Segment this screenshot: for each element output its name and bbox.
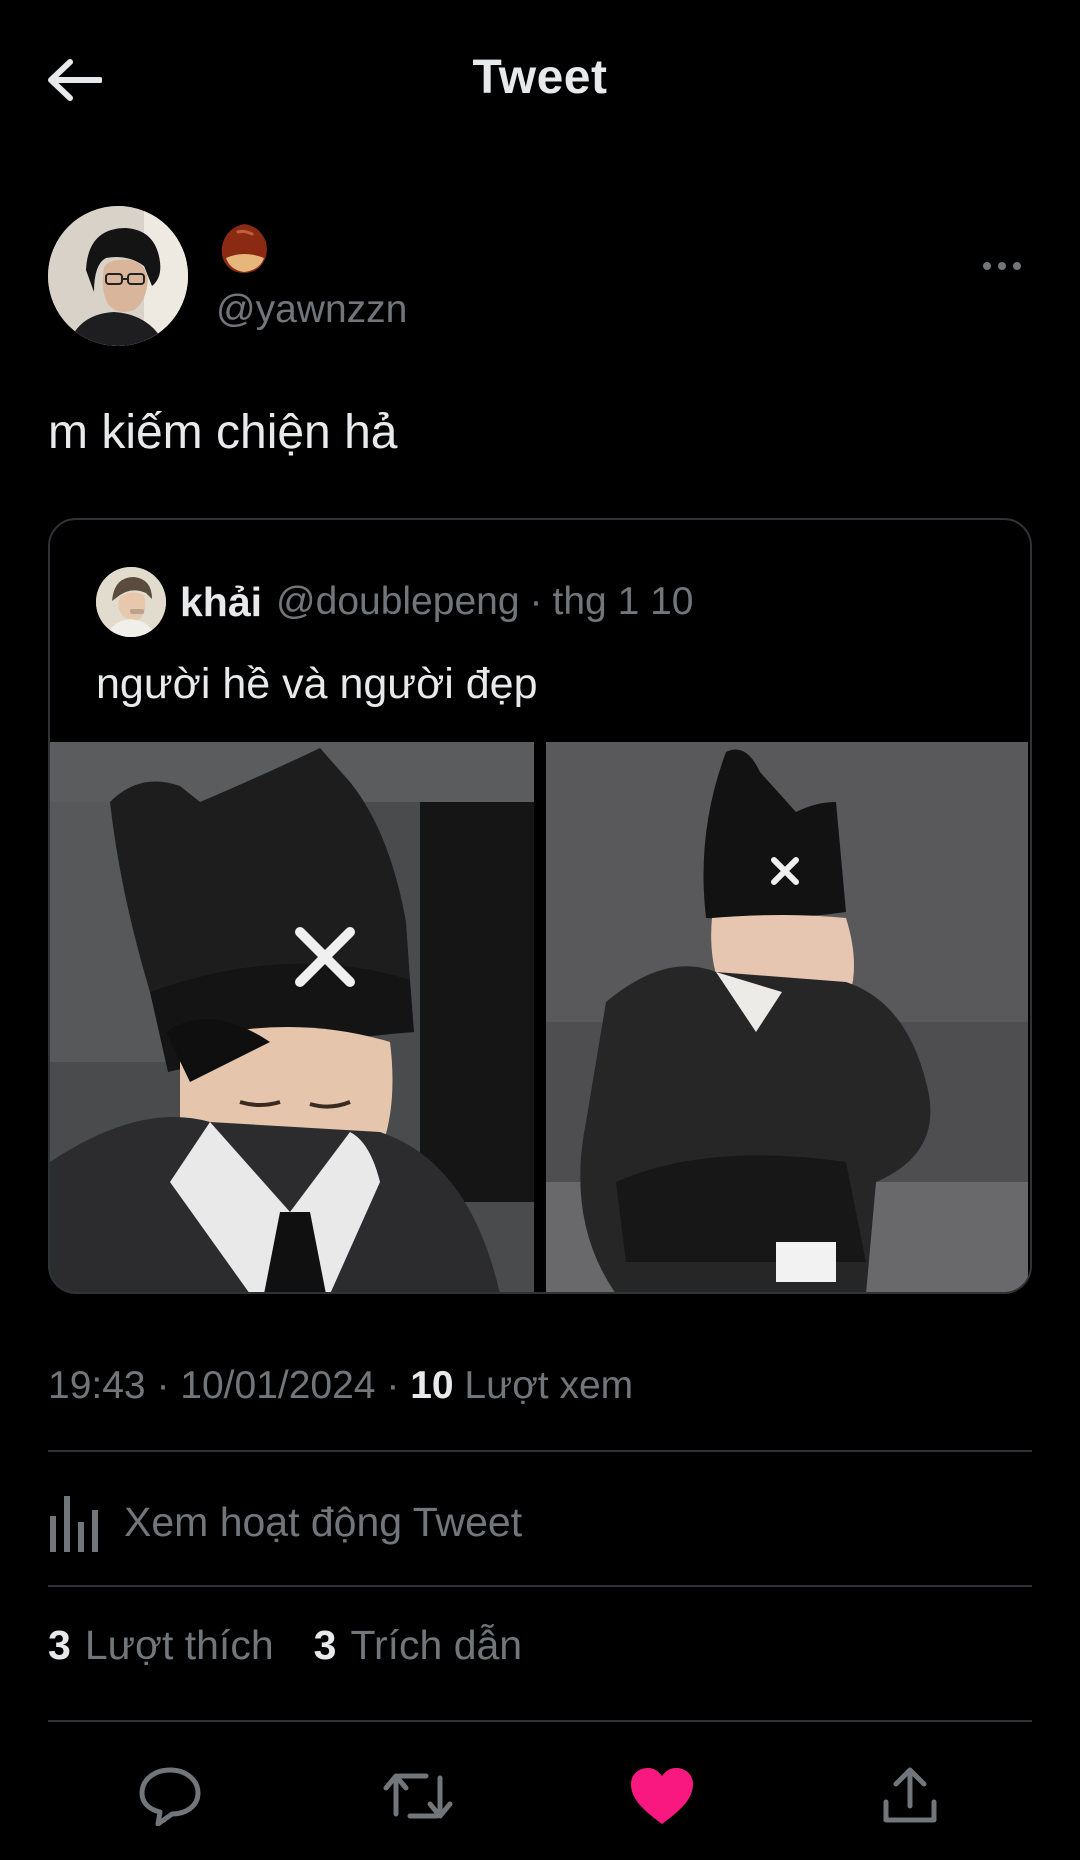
quoted-photo-1[interactable] bbox=[50, 742, 534, 1292]
retweet-icon bbox=[383, 1773, 453, 1819]
author-name-emoji[interactable] bbox=[216, 220, 272, 276]
quotes-stat[interactable]: 3 Trích dẫn bbox=[314, 1622, 522, 1669]
quoted-tweet-header: khải @doublepeng · thg 1 10 bbox=[96, 566, 693, 638]
analytics-icon bbox=[50, 1496, 98, 1552]
reply-button[interactable] bbox=[130, 1762, 210, 1830]
tweet-stats: 3 Lượt thích 3 Trích dẫn bbox=[48, 1622, 562, 1669]
author-avatar[interactable] bbox=[48, 206, 188, 346]
separator-dot: · bbox=[386, 1364, 400, 1407]
tweet-text: m kiếm chiện hả bbox=[48, 406, 398, 459]
author-handle[interactable]: @yawnzzn bbox=[216, 288, 407, 332]
quoted-tweet-text: người hề và người đẹp bbox=[96, 660, 538, 708]
quoted-author-name[interactable]: khải bbox=[180, 579, 262, 626]
separator-dot: · bbox=[156, 1364, 170, 1407]
tweet-author: @yawnzzn bbox=[48, 206, 1032, 346]
divider bbox=[48, 1585, 1032, 1587]
chestnut-emoji bbox=[221, 224, 267, 273]
divider bbox=[48, 1720, 1032, 1722]
tweet-time: 19:43 bbox=[48, 1364, 146, 1407]
separator-dot: · bbox=[529, 580, 543, 623]
quotes-label: Trích dẫn bbox=[350, 1622, 523, 1668]
share-button[interactable] bbox=[870, 1762, 950, 1830]
more-horizontal-icon bbox=[983, 262, 1021, 270]
quoted-author-handle[interactable]: @doublepeng bbox=[276, 580, 519, 624]
like-button[interactable] bbox=[622, 1762, 702, 1830]
quoted-tweet-media bbox=[50, 742, 1030, 1292]
views-label: Lượt xem bbox=[464, 1364, 634, 1407]
tweet-meta: 19:43 · 10/01/2024 · 10 Lượt xem bbox=[48, 1364, 633, 1408]
quoted-photo-2[interactable] bbox=[546, 742, 1030, 1292]
likes-count: 3 bbox=[48, 1622, 71, 1668]
quoted-tweet[interactable]: khải @doublepeng · thg 1 10 người hề và … bbox=[48, 518, 1032, 1294]
quoted-author-avatar[interactable] bbox=[96, 567, 166, 637]
reply-icon bbox=[139, 1767, 201, 1826]
tweet-date: 10/01/2024 bbox=[180, 1364, 376, 1407]
share-icon bbox=[883, 1767, 937, 1823]
top-bar: Tweet bbox=[0, 0, 1080, 160]
divider bbox=[48, 1450, 1032, 1452]
retweet-button[interactable] bbox=[378, 1762, 458, 1830]
page-title: Tweet bbox=[472, 51, 608, 104]
quoted-tweet-date: thg 1 10 bbox=[552, 580, 694, 623]
view-tweet-activity-button[interactable]: Xem hoạt động Tweet bbox=[48, 1488, 1032, 1556]
likes-label: Lượt thích bbox=[84, 1622, 274, 1668]
view-tweet-activity-label: Xem hoạt động Tweet bbox=[124, 1498, 523, 1545]
more-options-button[interactable] bbox=[972, 246, 1032, 286]
likes-stat[interactable]: 3 Lượt thích bbox=[48, 1622, 274, 1669]
views-count: 10 bbox=[410, 1364, 454, 1407]
heart-filled-icon bbox=[631, 1768, 693, 1824]
tweet-actions bbox=[0, 1762, 1080, 1830]
quotes-count: 3 bbox=[313, 1622, 337, 1668]
